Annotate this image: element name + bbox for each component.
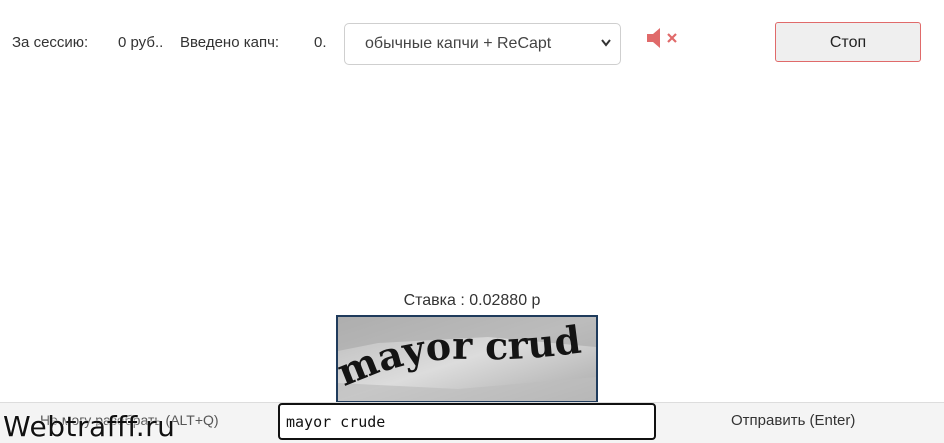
- session-earned-label: За сессию:: [12, 34, 89, 51]
- captchas-entered-label: Введено капч:: [180, 34, 280, 51]
- sound-muted-icon[interactable]: [646, 26, 678, 50]
- captcha-rate: Ставка : 0.02880 р: [403, 292, 541, 309]
- captcha-type-selected: обычные капчи + ReCapt: [365, 35, 552, 52]
- captchas-entered-value: 0.: [314, 34, 327, 51]
- session-earned-value: 0 руб..: [118, 34, 164, 51]
- watermark-logo: Webtrafff.ru: [3, 410, 176, 443]
- captcha-picture: mayor crude: [338, 317, 596, 401]
- captcha-answer-input[interactable]: [278, 403, 656, 440]
- stop-button[interactable]: Стоп: [775, 22, 921, 62]
- chevron-down-icon: [601, 39, 611, 47]
- captcha-image: mayor crude: [336, 315, 598, 403]
- captcha-type-select[interactable]: обычные капчи + ReCapt: [344, 23, 621, 65]
- send-button[interactable]: Отправить (Enter): [731, 412, 855, 429]
